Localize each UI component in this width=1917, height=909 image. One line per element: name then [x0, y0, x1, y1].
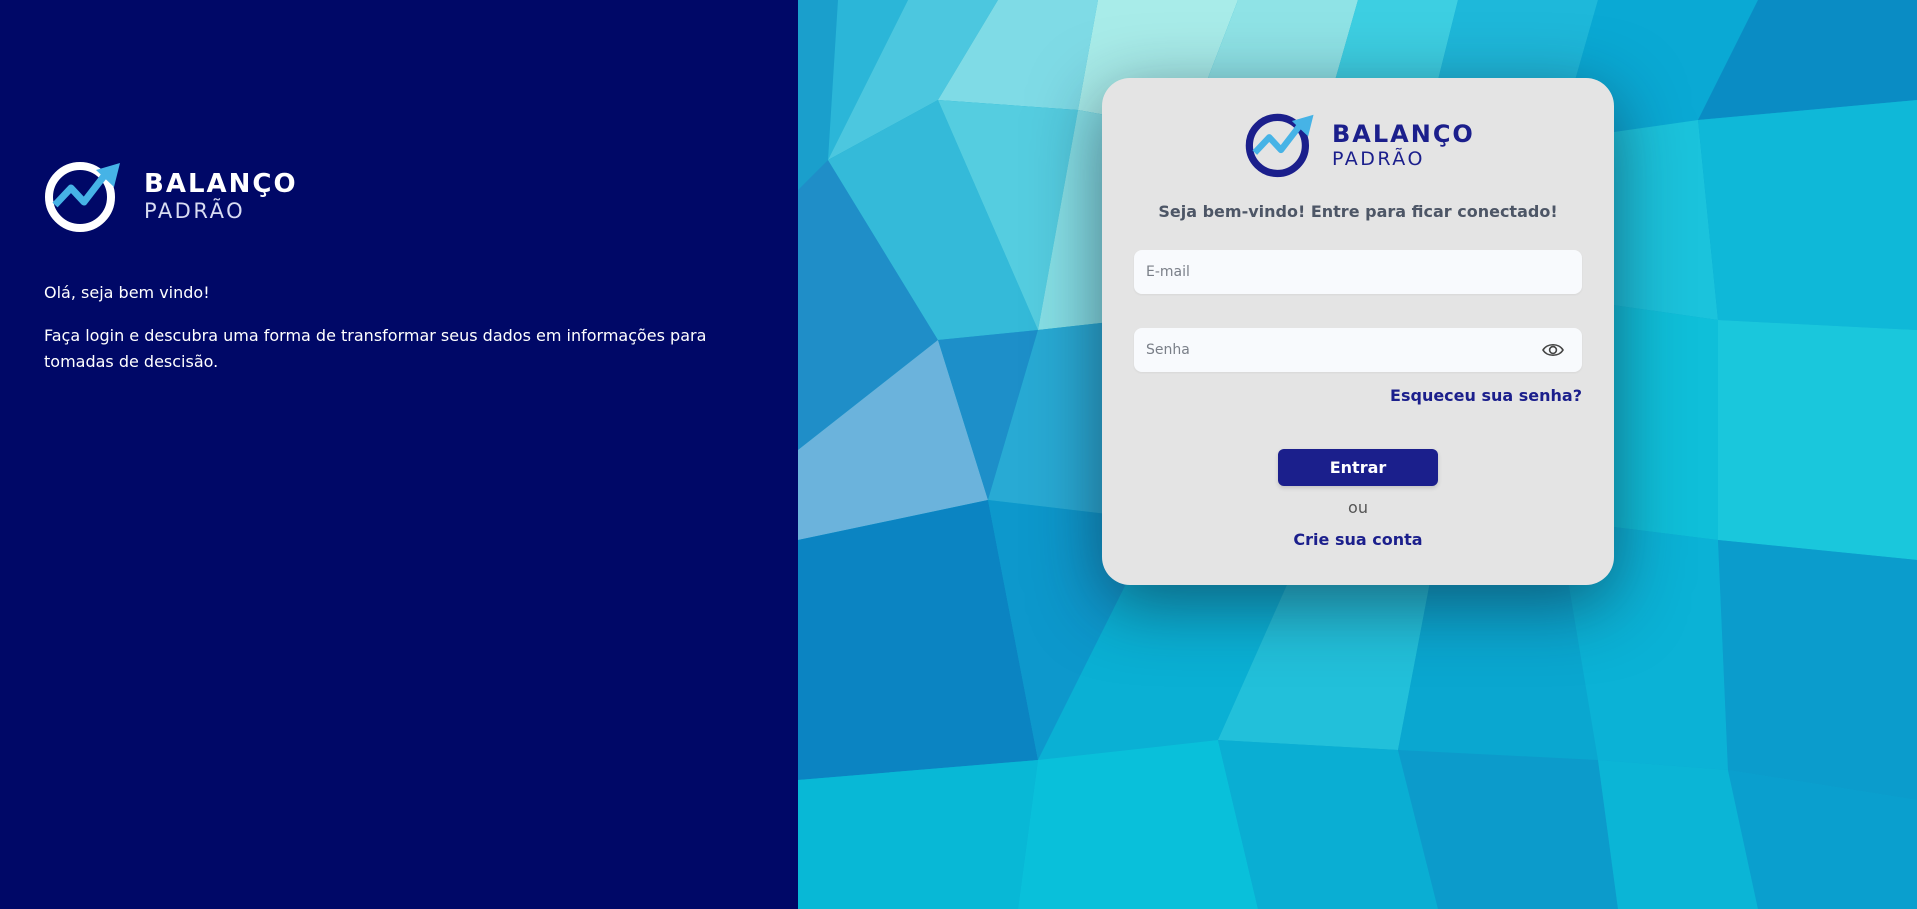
password-input[interactable] [1134, 328, 1538, 372]
email-field-wrapper [1134, 250, 1582, 294]
card-brand-logo: BALANÇO PADRÃO [1244, 112, 1475, 178]
brand-logo: BALANÇO PADRÃO [44, 160, 298, 233]
brand-wordmark: BALANÇO PADRÃO [144, 171, 298, 222]
welcome-heading: Seja bem-vindo! Entre para ficar conecta… [1158, 202, 1558, 221]
left-panel: BALANÇO PADRÃO Olá, seja bem vindo! Faça… [0, 0, 798, 909]
logo-check-arrow-icon [45, 162, 120, 232]
login-button[interactable]: Entrar [1278, 449, 1438, 486]
card-brand-line2: PADRÃO [1332, 147, 1425, 170]
eye-icon[interactable] [1542, 341, 1564, 359]
login-card: BALANÇO PADRÃO Seja bem-vindo! Entre par… [1102, 78, 1614, 585]
or-separator: ou [1348, 498, 1368, 517]
brand-line2: PADRÃO [144, 199, 246, 223]
email-input[interactable] [1134, 250, 1538, 294]
description-text: Faça login e descubra uma forma de trans… [44, 326, 707, 371]
logo-check-arrow-icon [1245, 113, 1314, 178]
create-account-link[interactable]: Crie sua conta [1102, 530, 1614, 549]
card-brand-line1: BALANÇO [1332, 119, 1475, 148]
password-field-wrapper [1134, 328, 1582, 372]
card-brand-wordmark: BALANÇO PADRÃO [1332, 122, 1475, 169]
greeting-text: Olá, seja bem vindo! [44, 283, 210, 302]
brand-line1: BALANÇO [144, 169, 298, 199]
forgot-password-link[interactable]: Esqueceu sua senha? [1390, 386, 1582, 405]
